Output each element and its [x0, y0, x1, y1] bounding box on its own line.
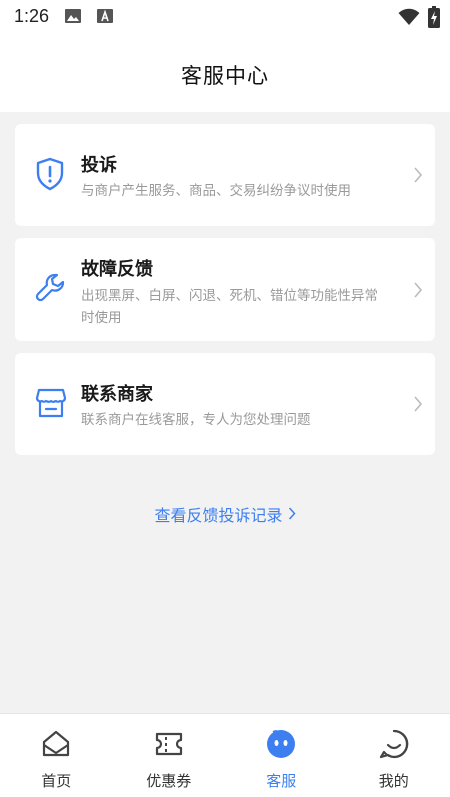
- tab-home[interactable]: 首页: [0, 714, 113, 797]
- status-time: 1:26: [14, 6, 50, 26]
- tab-label: 客服: [266, 772, 297, 790]
- coupon-icon: [153, 728, 185, 764]
- tab-label: 优惠券: [146, 772, 192, 790]
- chevron-right-icon: [413, 396, 423, 416]
- chevron-right-icon: [413, 167, 423, 187]
- font-notification-icon: [96, 7, 114, 29]
- chevron-right-icon: [413, 282, 423, 302]
- service-icon: [265, 728, 297, 764]
- status-bar: 1:26: [0, 0, 450, 34]
- tab-coupons[interactable]: 优惠券: [113, 714, 226, 797]
- store-icon: [35, 387, 67, 423]
- contact-merchant-card[interactable]: 联系商家 联系商户在线客服，专人为您处理问题: [15, 353, 435, 455]
- home-icon: [40, 728, 72, 764]
- wifi-icon: [398, 8, 420, 30]
- header: 客服中心: [0, 34, 450, 112]
- image-notification-icon: [64, 7, 82, 29]
- bottom-tab-bar: 首页 优惠券 客服 我的: [0, 713, 450, 797]
- complaint-card[interactable]: 投诉 与商户产生服务、商品、交易纠纷争议时使用: [15, 124, 435, 226]
- tab-service[interactable]: 客服: [225, 714, 338, 797]
- shield-alert-icon: [35, 157, 65, 195]
- profile-icon: [378, 728, 410, 764]
- view-records-label: 查看反馈投诉记录: [154, 506, 283, 525]
- fault-feedback-card[interactable]: 故障反馈 出现黑屏、白屏、闪退、死机、错位等功能性异常时使用: [15, 238, 435, 341]
- tab-label: 首页: [41, 772, 72, 790]
- card-title: 故障反馈: [81, 259, 153, 280]
- page-title: 客服中心: [181, 64, 269, 88]
- view-records-link[interactable]: 查看反馈投诉记录: [0, 502, 450, 526]
- card-description: 出现黑屏、白屏、闪退、死机、错位等功能性异常时使用: [81, 288, 378, 326]
- chevron-right-icon: [288, 505, 296, 524]
- card-title: 联系商家: [81, 384, 153, 405]
- battery-icon: [428, 6, 440, 32]
- wrench-icon: [35, 272, 67, 308]
- tab-profile[interactable]: 我的: [338, 714, 450, 797]
- card-description: 与商户产生服务、商品、交易纠纷争议时使用: [81, 183, 351, 199]
- tab-label: 我的: [378, 772, 409, 790]
- card-description: 联系商户在线客服，专人为您处理问题: [81, 412, 311, 428]
- card-title: 投诉: [81, 155, 117, 176]
